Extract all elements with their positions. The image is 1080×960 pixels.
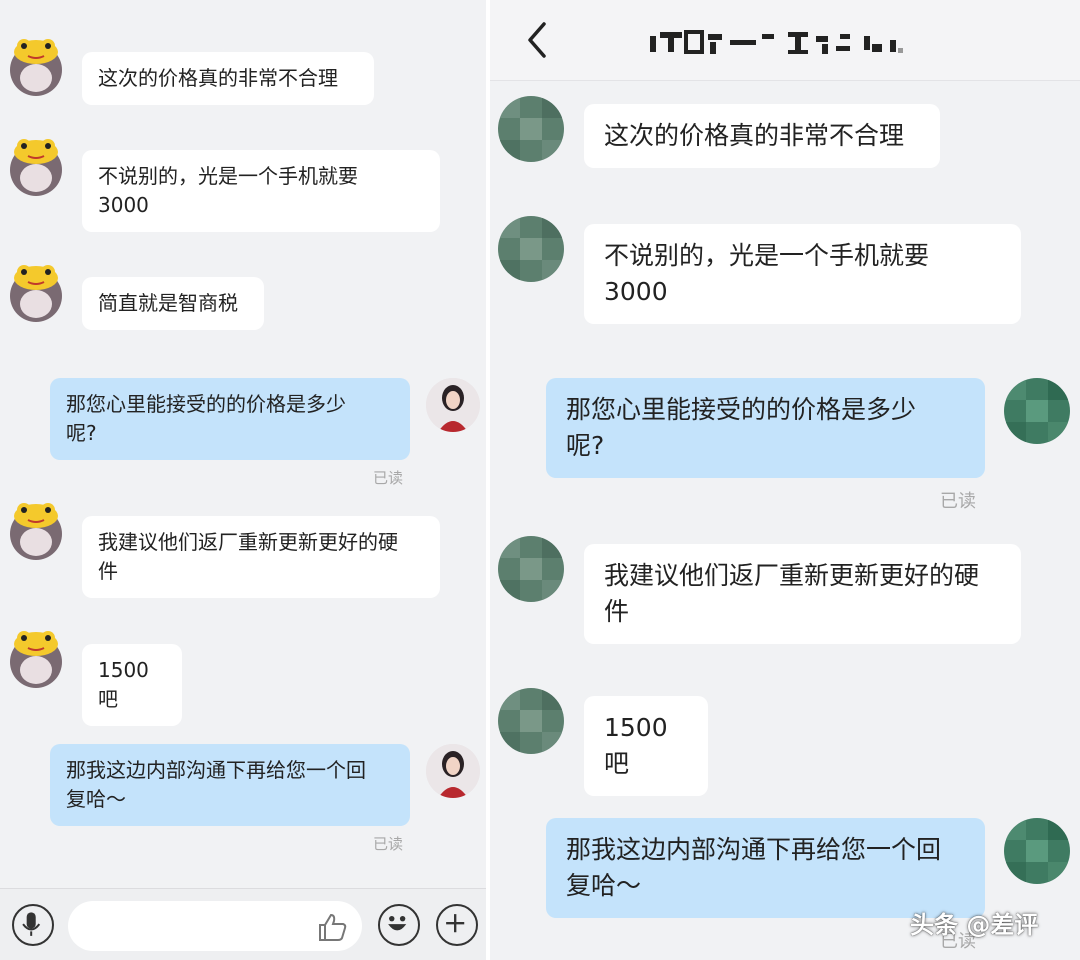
message-text: 我建议他们返厂重新更新更好的硬 件 [604,561,980,626]
message-bubble-incoming[interactable]: 我建议他们返厂重新更新更好的硬 件 [584,544,1021,644]
frog-avatar[interactable] [8,498,64,560]
message-text: 不说别的，光是一个手机就要 3000 [98,164,358,217]
message-bubble-outgoing[interactable]: 那我这边内部沟通下再给您一个回 复哈～ [546,818,985,918]
message-bubble-incoming[interactable]: 这次的价格真的非常不合理 [82,52,374,105]
microphone-icon[interactable] [12,904,54,946]
message-text: 那您心里能接受的的价格是多少 呢? [66,392,346,445]
chat-header [490,0,1080,81]
message-bubble-incoming[interactable]: 这次的价格真的非常不合理 [584,104,940,168]
message-bubble-incoming[interactable]: 1500吧 [82,644,182,726]
pixelated-avatar[interactable] [498,216,564,282]
message-bubble-incoming[interactable]: 我建议他们返厂重新更新更好的硬 件 [82,516,440,598]
left-chat-screenshot: 这次的价格真的非常不合理 不说别的，光是一个手机就要 3000 简直就是智商税 … [0,0,486,960]
frog-avatar[interactable] [8,34,64,96]
frog-avatar[interactable] [8,260,64,322]
pixelated-avatar[interactable] [498,536,564,602]
plus-icon[interactable] [436,904,478,946]
read-receipt: 已读 [940,491,976,512]
frog-avatar[interactable] [8,134,64,196]
message-text: 1500吧 [604,713,668,778]
message-bubble-incoming[interactable]: 简直就是智商税 [82,277,264,330]
message-text: 简直就是智商税 [98,291,238,315]
read-receipt: 已读 [373,469,404,487]
pixelated-avatar[interactable] [498,96,564,162]
message-text: 1500吧 [98,658,149,711]
message-bubble-outgoing[interactable]: 那您心里能接受的的价格是多少 呢? [50,378,410,460]
right-chat-screenshot: 这次的价格真的非常不合理 不说别的，光是一个手机就要 3000 那您心里能接受的… [490,0,1080,960]
message-bubble-outgoing[interactable]: 那我这边内部沟通下再给您一个回 复哈～ [50,744,410,826]
message-text: 不说别的，光是一个手机就要 3000 [604,241,930,306]
frog-avatar[interactable] [8,626,64,688]
girl-avatar[interactable] [426,744,480,798]
girl-avatar[interactable] [426,378,480,432]
message-bubble-incoming[interactable]: 1500吧 [584,696,708,796]
message-text: 我建议他们返厂重新更新更好的硬 件 [98,530,398,583]
obscured-contact-name [650,30,903,54]
message-text: 那您心里能接受的的价格是多少 呢? [566,395,917,460]
message-bubble-incoming[interactable]: 不说别的，光是一个手机就要 3000 [82,150,440,232]
message-bubble-incoming[interactable]: 不说别的，光是一个手机就要 3000 [584,224,1021,324]
message-text: 这次的价格真的非常不合理 [604,121,905,150]
chevron-left-icon[interactable] [520,18,554,62]
message-text: 那我这边内部沟通下再给您一个回 复哈～ [566,835,942,900]
pixelated-avatar[interactable] [498,688,564,754]
chat-input-bar [0,888,486,960]
thumbs-up-icon[interactable] [316,912,348,942]
message-text: 那我这边内部沟通下再给您一个回 复哈～ [66,758,366,811]
pixelated-avatar[interactable] [1004,378,1070,444]
watermark: 头条 @差评 [910,911,1039,939]
pixelated-avatar[interactable] [1004,818,1070,884]
message-bubble-outgoing[interactable]: 那您心里能接受的的价格是多少 呢? [546,378,985,478]
read-receipt: 已读 [373,835,404,853]
emoji-icon[interactable] [378,904,420,946]
message-text: 这次的价格真的非常不合理 [98,66,338,90]
